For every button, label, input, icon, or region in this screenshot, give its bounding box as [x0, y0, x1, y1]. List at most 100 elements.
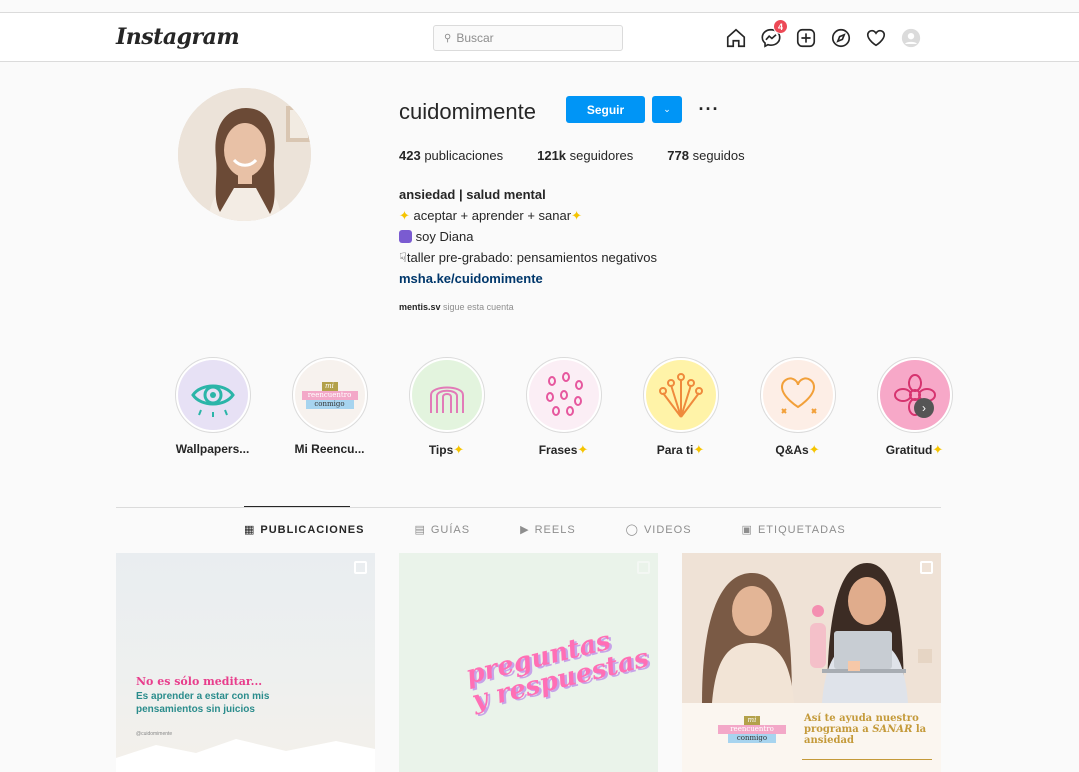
- profile-username: cuidomimente: [399, 99, 536, 124]
- suggested-dropdown-button[interactable]: ⌄: [652, 96, 682, 123]
- highlight-para-ti[interactable]: Para ti✦: [622, 357, 739, 458]
- sparkles-icon: ✦: [932, 442, 944, 457]
- profile-bio: ansiedad | salud mental ✦ aceptar + apre…: [399, 184, 657, 289]
- explore-icon[interactable]: [830, 26, 865, 50]
- highlight-ring: [759, 357, 836, 433]
- sparkles-icon: ✦: [808, 442, 820, 457]
- bio-line-3: ☟taller pre-grabado: pensamientos negati…: [399, 247, 657, 268]
- highlight-label-text: Gratitud: [885, 443, 933, 457]
- highlight-label: Frases✦: [539, 442, 589, 458]
- grid-icon: ▦: [244, 524, 256, 536]
- highlight-mi-reencuentro[interactable]: mi reencuentro conmigo Mi Reencu...: [271, 357, 388, 458]
- video-icon: ◯: [625, 524, 639, 536]
- highlight-ring: [876, 357, 953, 433]
- eye-icon: [177, 360, 248, 430]
- active-tab-indicator: [244, 506, 350, 507]
- posts-grid: No es sólo meditar... Es aprender a esta…: [116, 553, 941, 772]
- more-options-button[interactable]: ···: [697, 96, 721, 123]
- highlight-frases[interactable]: Frases✦: [505, 357, 622, 458]
- reencuentro-logo: mi reencuentro conmigo: [718, 716, 786, 743]
- tab-label: GUÍAS: [430, 523, 471, 536]
- post-title: No es sólo meditar...: [136, 675, 263, 688]
- tab-videos[interactable]: ◯ VIDEOS: [625, 523, 692, 537]
- followed-by-text: sigue esta cuenta: [443, 302, 514, 312]
- home-icon[interactable]: [725, 26, 760, 50]
- post-thumbnail[interactable]: mi reencuentro conmigo Así te ayuda nuestr…: [682, 553, 941, 772]
- tab-guias[interactable]: ▤ GUÍAS: [414, 523, 471, 537]
- post-thumbnail[interactable]: No es sólo meditar... Es aprender a esta…: [116, 553, 375, 772]
- messenger-icon[interactable]: 4: [760, 19, 795, 50]
- profile-stats: 423 publicaciones 121k seguidores 778 se…: [399, 148, 745, 163]
- reels-icon: ▶: [520, 524, 530, 536]
- highlight-label: Gratitud✦: [886, 442, 944, 458]
- logo-mi-text: mi: [744, 716, 760, 725]
- highlight-label: Para ti✦: [657, 442, 705, 458]
- bio-line-2-text: soy Diana: [415, 229, 474, 244]
- top-navigation-bar: Instagram ⚲ 4: [0, 12, 1079, 62]
- post-background-image: [116, 739, 375, 772]
- logo-conmigo-text: conmigo: [728, 734, 776, 743]
- chevron-right-icon: ›: [922, 401, 926, 415]
- post-caption-text: Así te ayuda nuestro programa a SANAR la…: [804, 713, 934, 746]
- logo-conmigo-text: conmigo: [305, 399, 354, 409]
- posts-count: 423: [399, 148, 421, 163]
- instagram-logo[interactable]: Instagram: [116, 24, 240, 50]
- tagged-icon: ▣: [741, 524, 753, 536]
- highlights-next-button[interactable]: ›: [914, 398, 934, 418]
- highlight-label-text: Para ti: [656, 443, 694, 457]
- sparkles-icon: ✦: [577, 442, 589, 457]
- highlight-label: Wallpapers...: [175, 442, 250, 456]
- bio-line-1-text: aceptar + aprender + sanar: [413, 208, 572, 223]
- tab-etiquetadas[interactable]: ▣ ETIQUETADAS: [741, 523, 846, 537]
- more-dots-icon: ···: [698, 99, 720, 119]
- heart-doodle-icon: [762, 360, 833, 430]
- sparkles-icon: ✦: [453, 442, 465, 457]
- highlight-label: Mi Reencu...: [294, 442, 365, 456]
- search-input[interactable]: [456, 31, 597, 45]
- multi-image-icon: [637, 561, 650, 574]
- follow-button[interactable]: Seguir: [566, 96, 645, 123]
- highlight-qas[interactable]: Q&As✦: [739, 357, 856, 458]
- heart-icon[interactable]: [865, 26, 900, 50]
- following-label: seguidos: [692, 148, 745, 163]
- reencuentro-logo: mi reencuentro conmigo: [301, 381, 358, 409]
- bio-link[interactable]: msha.ke/cuidomimente: [399, 268, 657, 289]
- profile-avatar-icon[interactable]: [900, 26, 935, 50]
- followers-stat[interactable]: 121k seguidores: [537, 148, 633, 163]
- pointing-finger-icon: ☟: [399, 250, 407, 265]
- guide-icon: ▤: [414, 524, 426, 536]
- tab-label: PUBLICACIONES: [260, 523, 365, 536]
- tab-label: REELS: [534, 523, 576, 536]
- following-count: 778: [667, 148, 689, 163]
- highlight-wallpapers[interactable]: Wallpapers...: [154, 357, 271, 458]
- tab-publicaciones[interactable]: ▦ PUBLICACIONES: [244, 523, 365, 537]
- highlight-tips[interactable]: Tips✦: [388, 357, 505, 458]
- rainbow-icon: [411, 360, 482, 430]
- highlight-ring: [525, 357, 602, 433]
- nav-icons: 4: [725, 19, 935, 50]
- search-box[interactable]: ⚲: [433, 25, 623, 51]
- following-stat[interactable]: 778 seguidos: [667, 148, 744, 163]
- followed-by-user[interactable]: mentis.sv: [399, 302, 441, 312]
- story-highlights: Wallpapers... mi reencuentro conmigo Mi Re…: [154, 357, 973, 458]
- bio-line-1: ✦ aceptar + aprender + sanar✦: [399, 205, 657, 226]
- posts-count-stat: 423 publicaciones: [399, 148, 503, 163]
- tab-label: VIDEOS: [643, 523, 692, 536]
- new-post-icon[interactable]: [795, 26, 830, 50]
- highlight-label-text: Tips: [428, 443, 454, 457]
- chevron-down-icon: ⌄: [663, 104, 671, 114]
- highlight-label: Q&As✦: [775, 442, 819, 458]
- tab-reels[interactable]: ▶ REELS: [520, 523, 576, 537]
- highlight-ring: [642, 357, 719, 433]
- highlight-label: Tips✦: [429, 442, 464, 458]
- logo-reencuentro-text: reencuentro: [301, 390, 358, 400]
- flowers-icon: [645, 360, 716, 430]
- tabs-divider: [116, 507, 941, 508]
- bio-line-3-text: taller pre-grabado: pensamientos negativ…: [406, 250, 657, 265]
- post-body: Es aprender a estar con mis pensamientos…: [136, 691, 270, 715]
- post-thumbnail[interactable]: preguntas y respuestas: [399, 553, 658, 772]
- flower-icon: [879, 360, 950, 430]
- messages-badge: 4: [773, 19, 788, 34]
- profile-picture[interactable]: [178, 88, 311, 221]
- multi-image-icon: [354, 561, 367, 574]
